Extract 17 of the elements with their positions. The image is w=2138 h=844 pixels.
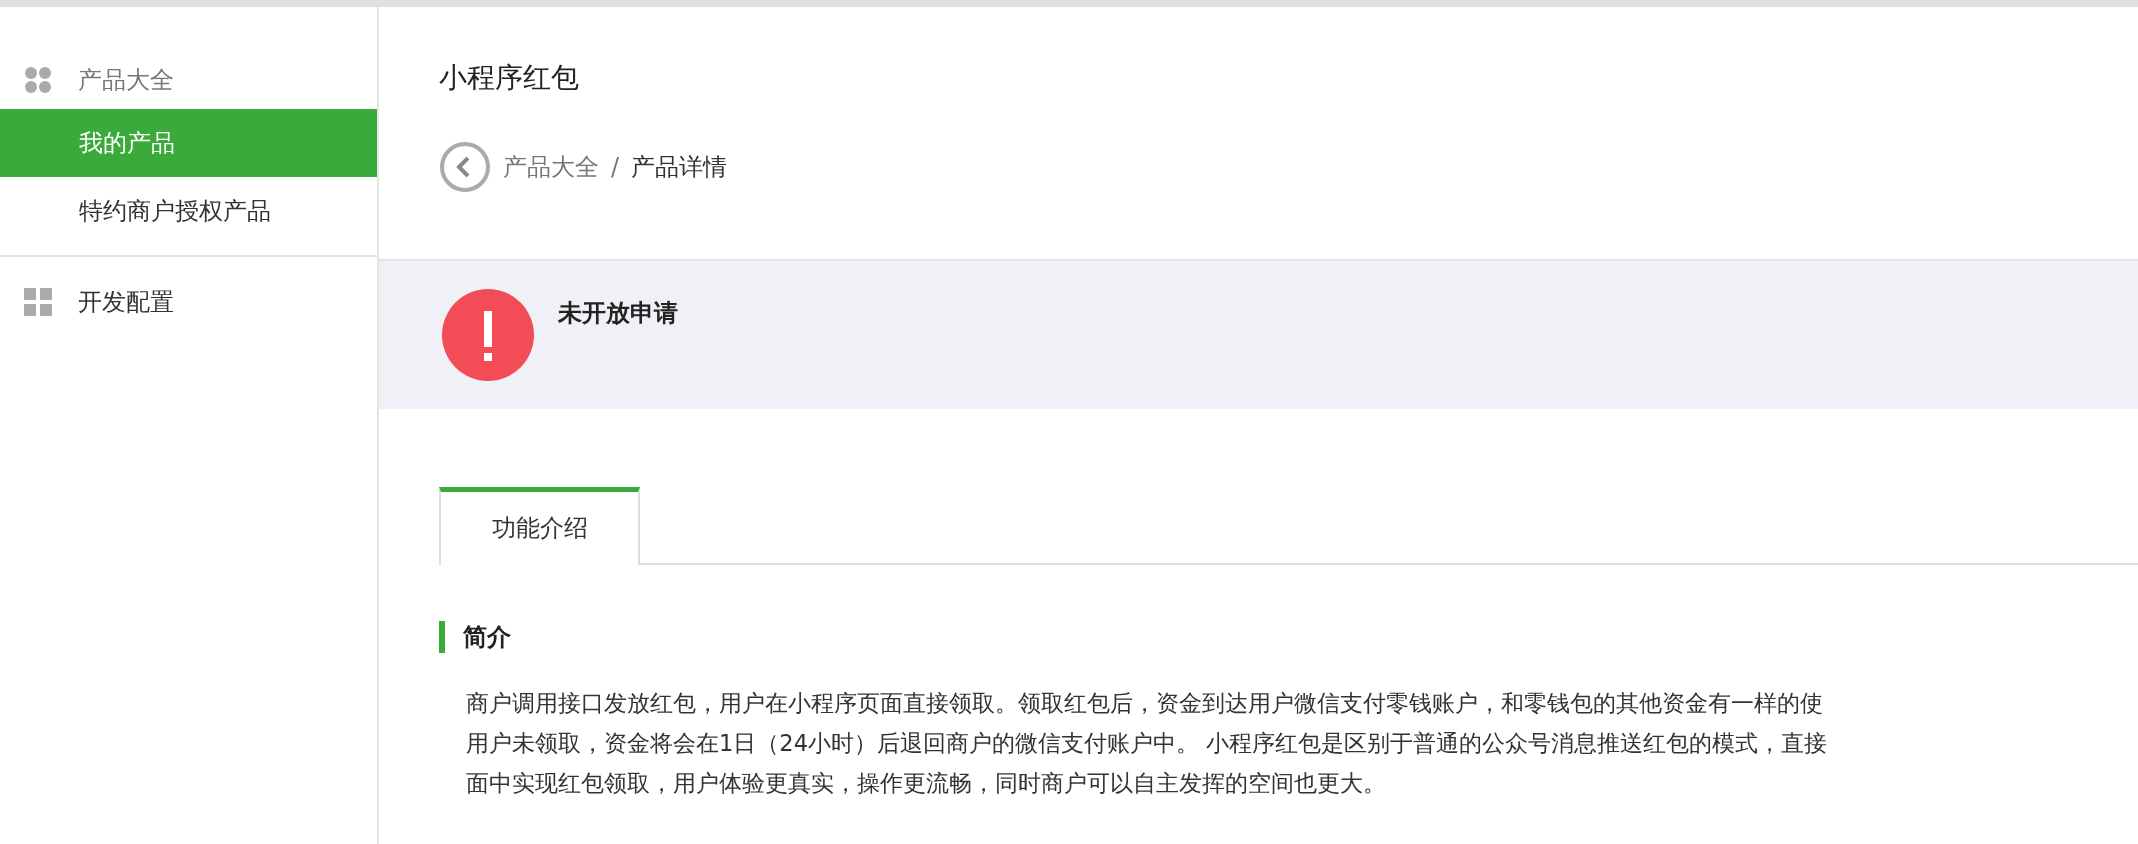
sidebar-section-title[interactable]: 产品大全 bbox=[78, 64, 174, 96]
warning-icon bbox=[442, 289, 534, 381]
tab[interactable]: 功能介绍 bbox=[439, 487, 640, 565]
section-heading: 简介 bbox=[439, 621, 2138, 653]
app-icon bbox=[24, 66, 52, 94]
breadcrumb-item[interactable]: 产品大全 bbox=[503, 151, 599, 183]
grid-icon bbox=[24, 288, 52, 316]
alert-title: 未开放申请 bbox=[558, 298, 678, 329]
breadcrumb-item: 产品详情 bbox=[631, 152, 728, 183]
paragraph-line: 商户调用接口发放红包，用户在小程序页面直接领取。领取红包后，资金到达用户微信支付零钱账户，和零钱包的其他资金有一样的使 bbox=[466, 689, 1824, 718]
page-title: 小程序红包 bbox=[439, 60, 580, 96]
sidebar-item[interactable]: 特约商户授权产品 bbox=[0, 177, 377, 245]
paragraph-line: 面中实现红包领取，用户体验更真实，操作更流畅，同时商户可以自主发挥的空间也更大。 bbox=[466, 769, 1387, 798]
sidebar-section-title[interactable]: 开发配置 bbox=[78, 286, 174, 318]
breadcrumb-separator: / bbox=[611, 153, 620, 181]
back-icon[interactable] bbox=[439, 141, 491, 193]
paragraph-line: 用户未领取，资金将会在1日（24小时）后退回商户的微信支付账户中。 小程序红包是区别于普通的公众号消息推送红包的模式，直接 bbox=[466, 729, 1829, 758]
